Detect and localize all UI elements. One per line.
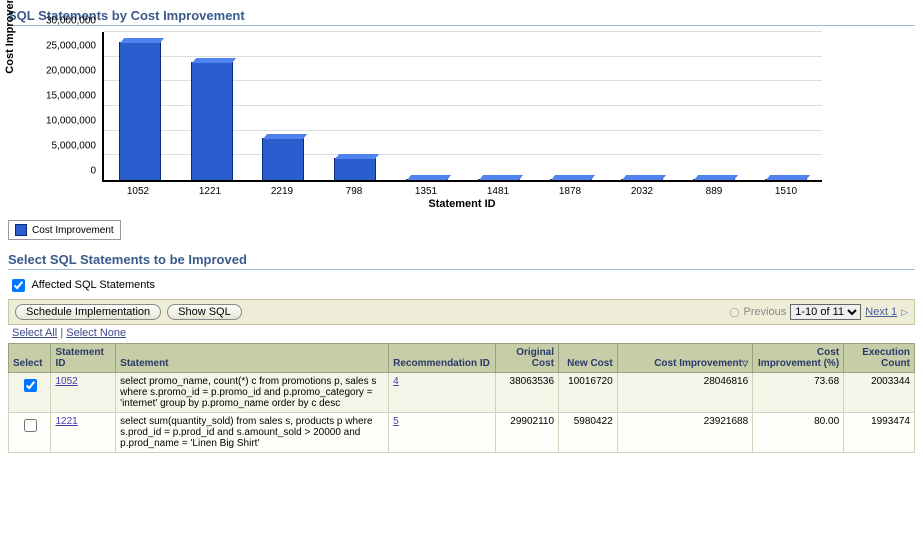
statement-text: select sum(quantity_sold) from sales s, …: [116, 413, 389, 453]
bar-slot: [391, 32, 463, 180]
statement-id-link[interactable]: 1052: [55, 376, 77, 387]
y-tick: 25,000,000: [46, 41, 96, 52]
bar-slot: [319, 32, 391, 180]
previous-icon: ◯: [729, 307, 739, 318]
page-range-select[interactable]: 1-10 of 11: [790, 304, 861, 320]
col-new-cost[interactable]: New Cost: [559, 344, 618, 373]
chart-x-ticks: 10521221221979813511481187820328891510: [102, 184, 822, 197]
legend-swatch: [15, 224, 27, 236]
bar-slot: [176, 32, 248, 180]
col-cost-improvement[interactable]: Cost Improvement▽: [617, 344, 752, 373]
original-cost-cell: 29902110: [496, 413, 559, 453]
y-tick: 0: [90, 166, 96, 177]
table-row: 1221 select sum(quantity_sold) from sales…: [9, 413, 915, 453]
col-cost-improvement-pct[interactable]: Cost Improvement (%): [753, 344, 844, 373]
bar: [550, 179, 592, 180]
x-tick: 798: [318, 184, 390, 197]
row-select-checkbox[interactable]: [24, 379, 37, 392]
y-tick: 5,000,000: [52, 141, 97, 152]
legend-label: Cost Improvement: [32, 225, 114, 236]
x-tick: 1221: [174, 184, 246, 197]
x-tick: 1351: [390, 184, 462, 197]
next-icon[interactable]: ▷: [901, 307, 908, 318]
bar-slot: [678, 32, 750, 180]
select-none-link[interactable]: Select None: [66, 327, 126, 339]
sql-statements-table: Select Statement ID Statement Recommenda…: [8, 343, 915, 453]
recommendation-id-link[interactable]: 5: [393, 416, 399, 427]
previous-link: Previous: [743, 306, 786, 318]
bar: [334, 158, 376, 180]
bar: [478, 179, 520, 180]
x-tick: 1052: [102, 184, 174, 197]
cost-pct-cell: 73.68: [753, 373, 844, 413]
statement-text: select promo_name, count(*) c from promo…: [116, 373, 389, 413]
recommendation-id-link[interactable]: 4: [393, 376, 399, 387]
row-select-checkbox[interactable]: [24, 419, 37, 432]
y-tick: 15,000,000: [46, 91, 96, 102]
next-link[interactable]: Next 1: [865, 306, 897, 318]
cost-improvement-cell: 28046816: [617, 373, 752, 413]
cost-improvement-cell: 23921688: [617, 413, 752, 453]
x-tick: 2032: [606, 184, 678, 197]
table-row: 1052 select promo_name, count(*) c from p…: [9, 373, 915, 413]
chart-plot-area: [102, 32, 822, 182]
bar: [621, 179, 663, 180]
col-statement-id[interactable]: Statement ID: [51, 344, 116, 373]
cost-improvement-chart: Cost Improvement 0 5,000,000 10,000,000 …: [8, 32, 838, 212]
chart-x-label: Statement ID: [102, 198, 822, 210]
bar: [119, 42, 161, 180]
table-section-title: Select SQL Statements to be Improved: [8, 252, 915, 270]
col-select[interactable]: Select: [9, 344, 51, 373]
bar-slot: [535, 32, 607, 180]
bar-slot: [463, 32, 535, 180]
select-all-link[interactable]: Select All: [12, 327, 57, 339]
x-tick: 2219: [246, 184, 318, 197]
bar: [765, 179, 807, 180]
chart-y-axis: 0 5,000,000 10,000,000 15,000,000 20,000…: [30, 32, 100, 182]
col-statement[interactable]: Statement: [116, 344, 389, 373]
bar-slot: [104, 32, 176, 180]
col-recommendation-id[interactable]: Recommendation ID: [389, 344, 496, 373]
affected-sql-checkbox-label[interactable]: Affected SQL Statements: [8, 279, 155, 291]
bar: [262, 138, 304, 180]
chart-y-label: Cost Improvement: [4, 0, 16, 74]
col-original-cost[interactable]: Original Cost: [496, 344, 559, 373]
y-tick: 30,000,000: [46, 16, 96, 27]
bar: [191, 62, 233, 180]
y-tick: 10,000,000: [46, 116, 96, 127]
bar-slot: [750, 32, 822, 180]
execution-count-cell: 2003344: [844, 373, 915, 413]
schedule-implementation-button[interactable]: Schedule Implementation: [15, 304, 161, 320]
bar: [693, 179, 735, 180]
y-tick: 20,000,000: [46, 66, 96, 77]
bar-slot: [248, 32, 320, 180]
bar-slot: [607, 32, 679, 180]
x-tick: 1878: [534, 184, 606, 197]
x-tick: 889: [678, 184, 750, 197]
affected-sql-checkbox[interactable]: [12, 279, 25, 292]
chart-section-title: SQL Statements by Cost Improvement: [8, 8, 915, 26]
statement-id-link[interactable]: 1221: [55, 416, 77, 427]
col-execution-count[interactable]: Execution Count: [844, 344, 915, 373]
execution-count-cell: 1993474: [844, 413, 915, 453]
table-toolbar: Schedule Implementation Show SQL ◯ Previ…: [8, 299, 915, 325]
affected-sql-checkbox-text: Affected SQL Statements: [31, 279, 155, 291]
original-cost-cell: 38063536: [496, 373, 559, 413]
x-tick: 1481: [462, 184, 534, 197]
chart-legend: Cost Improvement: [8, 220, 121, 240]
new-cost-cell: 10016720: [559, 373, 618, 413]
new-cost-cell: 5980422: [559, 413, 618, 453]
bar: [406, 179, 448, 180]
x-tick: 1510: [750, 184, 822, 197]
cost-pct-cell: 80.00: [753, 413, 844, 453]
show-sql-button[interactable]: Show SQL: [167, 304, 242, 320]
